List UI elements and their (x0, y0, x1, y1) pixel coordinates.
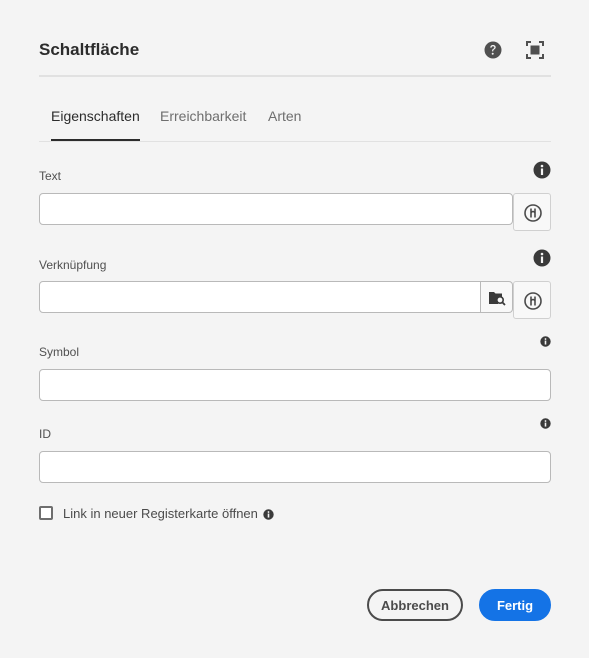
link-input[interactable] (39, 281, 481, 313)
tab-accessibility[interactable]: Erreichbarkeit (160, 108, 246, 140)
icon-input[interactable] (39, 369, 551, 401)
info-icon[interactable] (533, 249, 551, 267)
text-input[interactable] (39, 193, 513, 225)
link-label: Verknüpfung (39, 258, 107, 272)
tab-styles[interactable]: Arten (268, 108, 301, 140)
fullscreen-icon[interactable] (525, 40, 545, 60)
inheritance-button[interactable] (513, 281, 551, 319)
dialog: Schaltfläche Eigenschaften Erreichbarkei… (0, 0, 589, 658)
cancel-button[interactable]: Abbrechen (367, 589, 463, 621)
inheritance-button[interactable] (513, 193, 551, 231)
text-label: Text (39, 169, 62, 183)
tab-bar: Eigenschaften Erreichbarkeit Arten (39, 108, 551, 142)
path-browser-button[interactable] (481, 281, 513, 313)
id-input[interactable] (39, 451, 551, 483)
new-tab-checkbox[interactable] (39, 506, 53, 520)
link-inheritance-icon (524, 204, 542, 222)
help-icon[interactable] (483, 40, 503, 60)
dialog-title: Schaltfläche (39, 40, 140, 59)
info-icon[interactable] (263, 507, 274, 520)
new-tab-checkbox-label: Link in neuer Registerkarte öffnen (63, 506, 258, 521)
tab-properties[interactable]: Eigenschaften (51, 108, 140, 141)
id-label: ID (39, 427, 51, 441)
link-inheritance-icon (524, 292, 542, 310)
header-divider (39, 75, 551, 77)
info-icon[interactable] (540, 416, 551, 429)
icon-label: Symbol (39, 345, 80, 359)
done-button[interactable]: Fertig (479, 589, 551, 621)
folder-search-icon (489, 292, 506, 306)
info-icon[interactable] (540, 334, 551, 347)
info-icon[interactable] (533, 161, 551, 179)
